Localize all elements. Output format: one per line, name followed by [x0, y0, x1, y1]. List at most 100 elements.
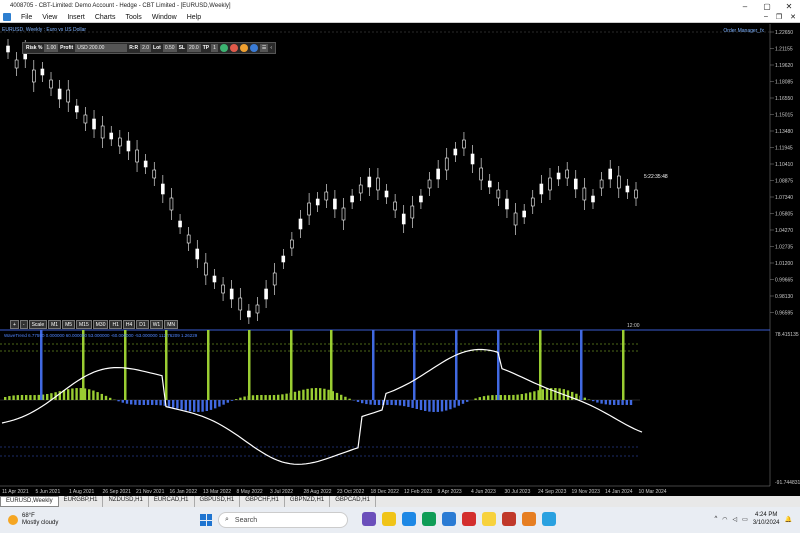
settings-icon[interactable]: [249, 44, 258, 52]
tab-eurgbp-h1[interactable]: EURGBP,H1: [59, 496, 104, 507]
tab-gbpchf-h1[interactable]: GBPCHF,H1: [240, 496, 285, 507]
menu-view[interactable]: View: [42, 14, 57, 21]
tf-d1-button[interactable]: D1: [136, 320, 149, 329]
wifi-icon[interactable]: ◠: [722, 516, 727, 523]
scale-button[interactable]: Scale: [28, 320, 48, 329]
child-restore-icon[interactable]: ❐: [776, 13, 782, 21]
date-tick-label: 13 Mar 2022: [203, 489, 231, 495]
risk-input[interactable]: 1.00: [44, 44, 59, 52]
histogram-bar: [445, 400, 448, 411]
buy-icon[interactable]: [219, 44, 228, 52]
last-bar-label: 12:00: [627, 323, 640, 329]
histogram-bar: [508, 395, 511, 400]
signal-spike: [248, 330, 251, 400]
candle-body: [548, 177, 552, 191]
tf-m5-button[interactable]: M5: [62, 320, 76, 329]
menu-file[interactable]: File: [21, 14, 32, 21]
histogram-bar: [583, 397, 586, 400]
sell-icon[interactable]: [229, 44, 238, 52]
menu-grid-icon[interactable]: ☰: [259, 44, 269, 52]
candle-body: [32, 69, 36, 83]
folder-icon[interactable]: [382, 512, 396, 526]
metatrader-icon[interactable]: [502, 512, 516, 526]
pending-icon[interactable]: [239, 44, 248, 52]
clock[interactable]: 4:24 PM 3/10/2024: [753, 511, 780, 527]
close-icon[interactable]: ✕: [778, 0, 800, 12]
edge-icon[interactable]: [402, 512, 416, 526]
histogram-bar: [197, 400, 200, 413]
telegram-icon[interactable]: [542, 512, 556, 526]
price-tick-label: 1.22650: [775, 30, 793, 36]
chevron-up-icon[interactable]: ^: [714, 516, 717, 522]
chart-window[interactable]: 1.22650 1.21155 1.19620 1.18085 1.16550 1.150…: [0, 24, 800, 496]
trade-toolbar: Risk % 1.00 Profit USD 200.00 R:R 2.0 Lo…: [22, 42, 277, 54]
histogram-bar: [260, 394, 263, 400]
zoom-in-button[interactable]: +: [10, 320, 19, 329]
menu-insert[interactable]: Insert: [67, 14, 85, 21]
tf-h1-button[interactable]: H1: [109, 320, 122, 329]
battery-icon[interactable]: ▭: [742, 516, 748, 523]
teams-icon[interactable]: [362, 512, 376, 526]
tf-mn-button[interactable]: MN: [164, 320, 178, 329]
maximize-icon[interactable]: ▢: [756, 0, 778, 12]
tf-w1-button[interactable]: W1: [149, 320, 164, 329]
child-close-icon[interactable]: ✕: [790, 13, 796, 21]
tab-eurcad-h1[interactable]: EURCAD,H1: [149, 496, 195, 507]
candle-body: [290, 239, 294, 249]
tab-gbpnzd-h1[interactable]: GBPNZD,H1: [285, 496, 331, 507]
tp-input[interactable]: 1: [211, 44, 218, 52]
candle-body: [272, 272, 277, 286]
tab-gbpusd-h1[interactable]: GBPUSD,H1: [195, 496, 241, 507]
app-icon-orange[interactable]: [522, 512, 536, 526]
date-tick-label: 12 Feb 2023: [404, 489, 432, 495]
notes-icon[interactable]: [482, 512, 496, 526]
taskbar-search[interactable]: ⌕ Search: [218, 512, 348, 528]
signal-spike: [207, 330, 210, 400]
price-tick-label: 1.19620: [775, 63, 793, 69]
netflix-icon[interactable]: [462, 512, 476, 526]
menu-window[interactable]: Window: [152, 14, 177, 21]
menu-help[interactable]: Help: [187, 14, 201, 21]
date-tick-label: 30 Jul 2023: [505, 489, 531, 495]
histogram-bar: [554, 388, 557, 400]
system-tray: ^ ◠ ◁ ▭ 4:24 PM 3/10/2024 🔔: [714, 511, 792, 527]
profit-input[interactable]: USD 200.00: [75, 44, 128, 52]
tab-nzdusd-h1[interactable]: NZDUSD,H1: [103, 496, 149, 507]
histogram-bar: [268, 395, 271, 400]
rr-input[interactable]: 2.0: [140, 44, 152, 52]
candle-body: [315, 198, 320, 206]
tab-eurusd-weekly[interactable]: EURUSD,Weekly: [0, 496, 59, 507]
title-bar: 4008705 - CBT-Limited: Demo Account - He…: [0, 0, 800, 12]
chart-canvas[interactable]: 1.22650 1.21155 1.19620 1.18085 1.16550 1.150…: [0, 24, 800, 496]
volume-icon[interactable]: ◁: [733, 516, 738, 523]
tf-m30-button[interactable]: M30: [92, 320, 109, 329]
store-icon[interactable]: [442, 512, 456, 526]
collapse-icon[interactable]: ‹: [270, 45, 272, 51]
sl-input[interactable]: 20.0: [186, 44, 201, 52]
signal-spike: [372, 330, 375, 400]
chrome-icon[interactable]: [422, 512, 436, 526]
histogram-bar: [46, 393, 49, 400]
candle-body: [83, 114, 88, 124]
menu-tools[interactable]: Tools: [125, 14, 141, 21]
histogram-bar: [390, 400, 393, 405]
tf-m1-button[interactable]: M1: [48, 320, 62, 329]
notification-icon[interactable]: 🔔: [785, 516, 792, 523]
zoom-out-button[interactable]: -: [19, 320, 28, 329]
child-minimize-icon[interactable]: –: [764, 13, 768, 21]
tf-m15-button[interactable]: M15: [76, 320, 92, 329]
weather-widget[interactable]: 68°F Mostly cloudy: [8, 513, 58, 527]
windows-start-icon[interactable]: [200, 514, 212, 526]
histogram-bar: [482, 396, 486, 400]
tf-h4-button[interactable]: H4: [122, 320, 136, 329]
candle-body: [393, 201, 397, 211]
lot-input[interactable]: 0.50: [162, 44, 177, 52]
histogram-bar: [545, 388, 549, 400]
minimize-icon[interactable]: –: [734, 0, 756, 12]
histogram-bar: [314, 387, 318, 400]
histogram-bar: [29, 395, 32, 400]
tab-gbpcad-h1[interactable]: GBPCAD,H1: [330, 496, 376, 507]
menu-charts[interactable]: Charts: [95, 14, 116, 21]
search-placeholder: Search: [234, 516, 258, 524]
histogram-bar: [323, 388, 326, 400]
